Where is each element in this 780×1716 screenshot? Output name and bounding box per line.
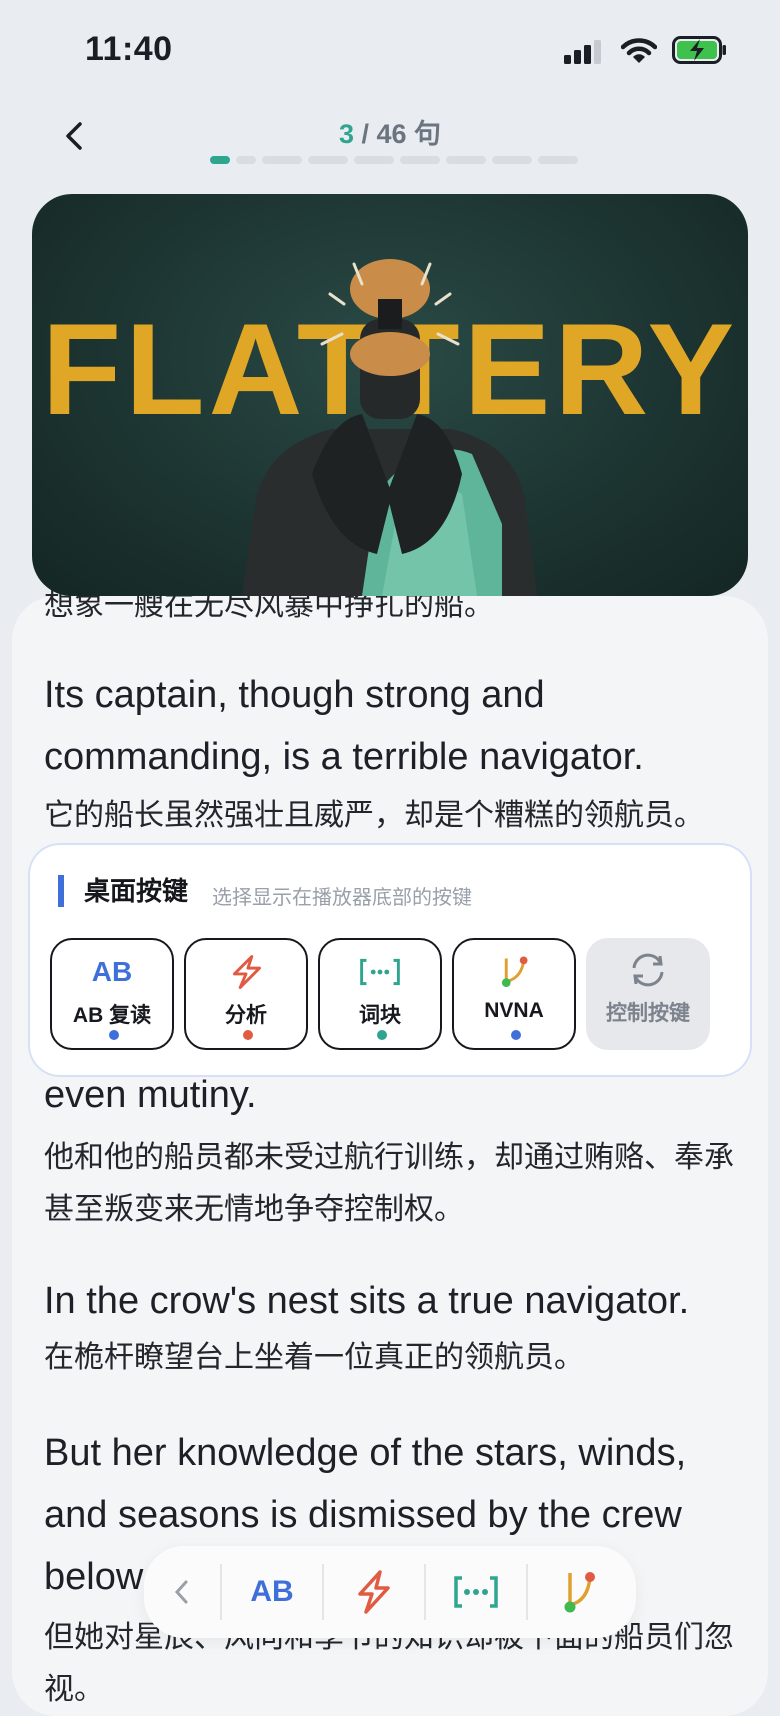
sentence-progress — [210, 156, 578, 164]
key-ab-repeat[interactable]: AB AB 复读 — [50, 938, 174, 1050]
progress-segment — [236, 156, 256, 164]
current-index: 3 — [338, 119, 354, 149]
status-bar: 11:40 — [0, 0, 780, 100]
transcript-zh-line: 在桅杆瞭望台上坐着一位真正的领航员。 — [44, 1340, 584, 1375]
key-label: AB 复读 — [72, 1004, 152, 1027]
key-label: 词块 — [359, 1004, 401, 1027]
sentence-block[interactable]: In the crow's nest sits a true navigator… — [44, 1270, 740, 1384]
progress-segment — [446, 156, 486, 164]
progress-segment — [262, 156, 302, 164]
sentence-block[interactable]: even mutiny. 他和他的船员都未受过航行训练，却通过贿赂、奉承甚至叛变… — [44, 1064, 740, 1236]
panel-subtitle: 选择显示在播放器底部的按键 — [212, 887, 472, 909]
key-chunk[interactable]: 词块 — [318, 938, 442, 1050]
progress-segment — [308, 156, 348, 164]
key-label: NVNA — [484, 999, 544, 1022]
progress-segment — [538, 156, 578, 164]
toolbar-nvna-button[interactable] — [528, 1546, 628, 1638]
progress-segment — [400, 156, 440, 164]
refresh-icon — [632, 953, 664, 987]
panel-title: 桌面按键 — [58, 875, 188, 907]
video-frame-illustration: FLATTERY — [42, 259, 734, 596]
branch-icon — [564, 1572, 595, 1613]
toolbar-ab-button[interactable]: AB — [222, 1546, 322, 1638]
chunk-bracket-icon — [454, 1576, 498, 1608]
progress-segment — [492, 156, 532, 164]
cellular-signal-icon — [564, 40, 601, 64]
total-count: / 46 句 — [353, 119, 442, 149]
key-nvna[interactable]: NVNA — [452, 938, 576, 1050]
lightning-icon — [358, 1570, 390, 1614]
progress-segment — [354, 156, 394, 164]
video-player[interactable]: FLATTERY — [32, 194, 748, 596]
chevron-left-icon — [174, 1580, 188, 1604]
chunk-bracket-icon — [360, 958, 400, 986]
key-label: 分析 — [225, 1004, 267, 1027]
transcript-en-line: In the crow's nest sits a true navigator… — [44, 1280, 690, 1322]
selected-dot — [511, 1030, 521, 1040]
ab-icon: AB — [250, 1575, 294, 1608]
toolbar-chunk-button[interactable] — [426, 1546, 526, 1638]
selected-dot — [243, 1030, 253, 1040]
key-control[interactable]: 控制按键 — [586, 938, 710, 1050]
sentence-block[interactable]: Its captain, though strong and commandin… — [44, 664, 740, 842]
transcript-zh-line: 它的船长虽然强壮且威严，却是个糟糕的领航员。 — [44, 798, 704, 833]
top-nav: 3 / 46 句 — [0, 100, 780, 180]
sentence-counter: 3 / 46 句 — [0, 112, 780, 151]
selected-dot — [109, 1030, 119, 1040]
toolbar-analysis-button[interactable] — [324, 1546, 424, 1638]
transcript-en-line: Its captain, though strong and commandin… — [44, 674, 644, 778]
bottom-toolbar: AB — [144, 1546, 636, 1638]
selected-dot — [377, 1030, 387, 1040]
progress-segment — [210, 156, 230, 164]
desktop-keys-panel: 桌面按键 选择显示在播放器底部的按键 AB AB 复读 分析 词块 NVNA 控… — [30, 845, 750, 1075]
status-time: 11:40 — [85, 30, 173, 68]
ab-icon: AB — [91, 956, 133, 987]
branch-icon — [501, 956, 528, 987]
lightning-icon — [232, 955, 261, 989]
wifi-icon — [621, 38, 657, 63]
key-options: AB AB 复读 分析 词块 NVNA 控制按键 — [50, 938, 710, 1050]
battery-charging-icon — [672, 36, 726, 64]
key-analysis[interactable]: 分析 — [184, 938, 308, 1050]
transcript-zh-line: 他和他的船员都未受过航行训练，却通过贿赂、奉承甚至叛变来无情地争夺控制权。 — [44, 1140, 734, 1227]
toolbar-collapse-button[interactable] — [144, 1546, 220, 1638]
key-label: 控制按键 — [606, 1002, 690, 1025]
